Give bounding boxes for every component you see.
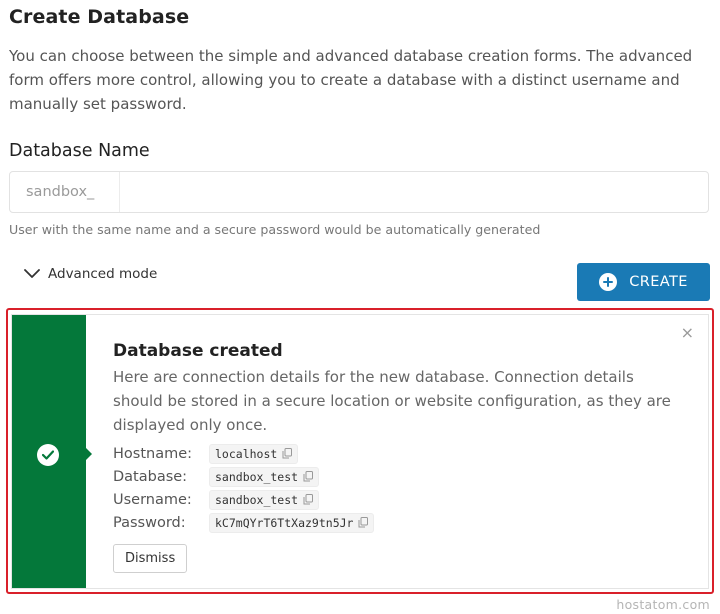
notice-pointer [86, 448, 92, 460]
close-icon[interactable]: × [681, 325, 694, 341]
check-circle-icon [37, 444, 59, 466]
create-button-label: CREATE [629, 274, 688, 290]
detail-row-password: Password: kC7mQYrT6TtXaz9tn5Jr [113, 511, 375, 534]
advanced-mode-toggle[interactable]: Advanced mode [24, 266, 157, 282]
detail-row-database: Database: sandbox_test [113, 465, 374, 488]
page-intro: You can choose between the simple and ad… [9, 47, 693, 113]
password-value: kC7mQYrT6TtXaz9tn5Jr [215, 515, 354, 530]
detail-value: kC7mQYrT6TtXaz9tn5Jr [209, 512, 375, 533]
notice-card: × Database created Here are connection d… [11, 314, 709, 589]
notice-text: Here are connection details for the new … [113, 368, 671, 434]
detail-label: Database: [113, 468, 188, 485]
chevron-down-icon [24, 269, 40, 279]
detail-value: sandbox_test [209, 489, 320, 510]
copy-icon[interactable] [358, 517, 369, 528]
plus-circle-icon [599, 273, 618, 291]
detail-row-hostname: Hostname: localhost [113, 442, 374, 465]
detail-label: Hostname: [113, 445, 193, 462]
notice-status-bar [12, 315, 92, 588]
advanced-mode-label: Advanced mode [48, 266, 158, 282]
copy-icon[interactable] [303, 494, 314, 505]
detail-label: Password: [113, 514, 186, 531]
database-name-label: Database Name [9, 141, 150, 161]
watermark: hostatom.com [616, 597, 710, 612]
dismiss-button[interactable]: Dismiss [113, 544, 188, 573]
hostname-value: localhost [215, 446, 278, 461]
notice-title: Database created [113, 341, 283, 361]
page-title: Create Database [9, 6, 190, 28]
detail-value: sandbox_test [209, 466, 320, 487]
detail-value: localhost [209, 443, 299, 464]
database-created-notice: × Database created Here are connection d… [6, 308, 714, 594]
copy-icon[interactable] [303, 471, 314, 482]
database-name-hint: User with the same name and a secure pas… [9, 222, 541, 237]
create-button[interactable]: CREATE [577, 263, 710, 301]
detail-label: Username: [113, 491, 192, 508]
username-value: sandbox_test [215, 492, 299, 507]
database-value: sandbox_test [215, 469, 299, 484]
detail-row-username: Username: sandbox_test [113, 488, 374, 511]
database-name-prefix: sandbox_ [10, 172, 120, 212]
copy-icon[interactable] [282, 448, 293, 459]
database-name-field: sandbox_ [9, 171, 709, 213]
connection-details: Hostname: localhost Database: sandbox_te… [113, 442, 375, 534]
database-name-input[interactable] [120, 172, 708, 212]
